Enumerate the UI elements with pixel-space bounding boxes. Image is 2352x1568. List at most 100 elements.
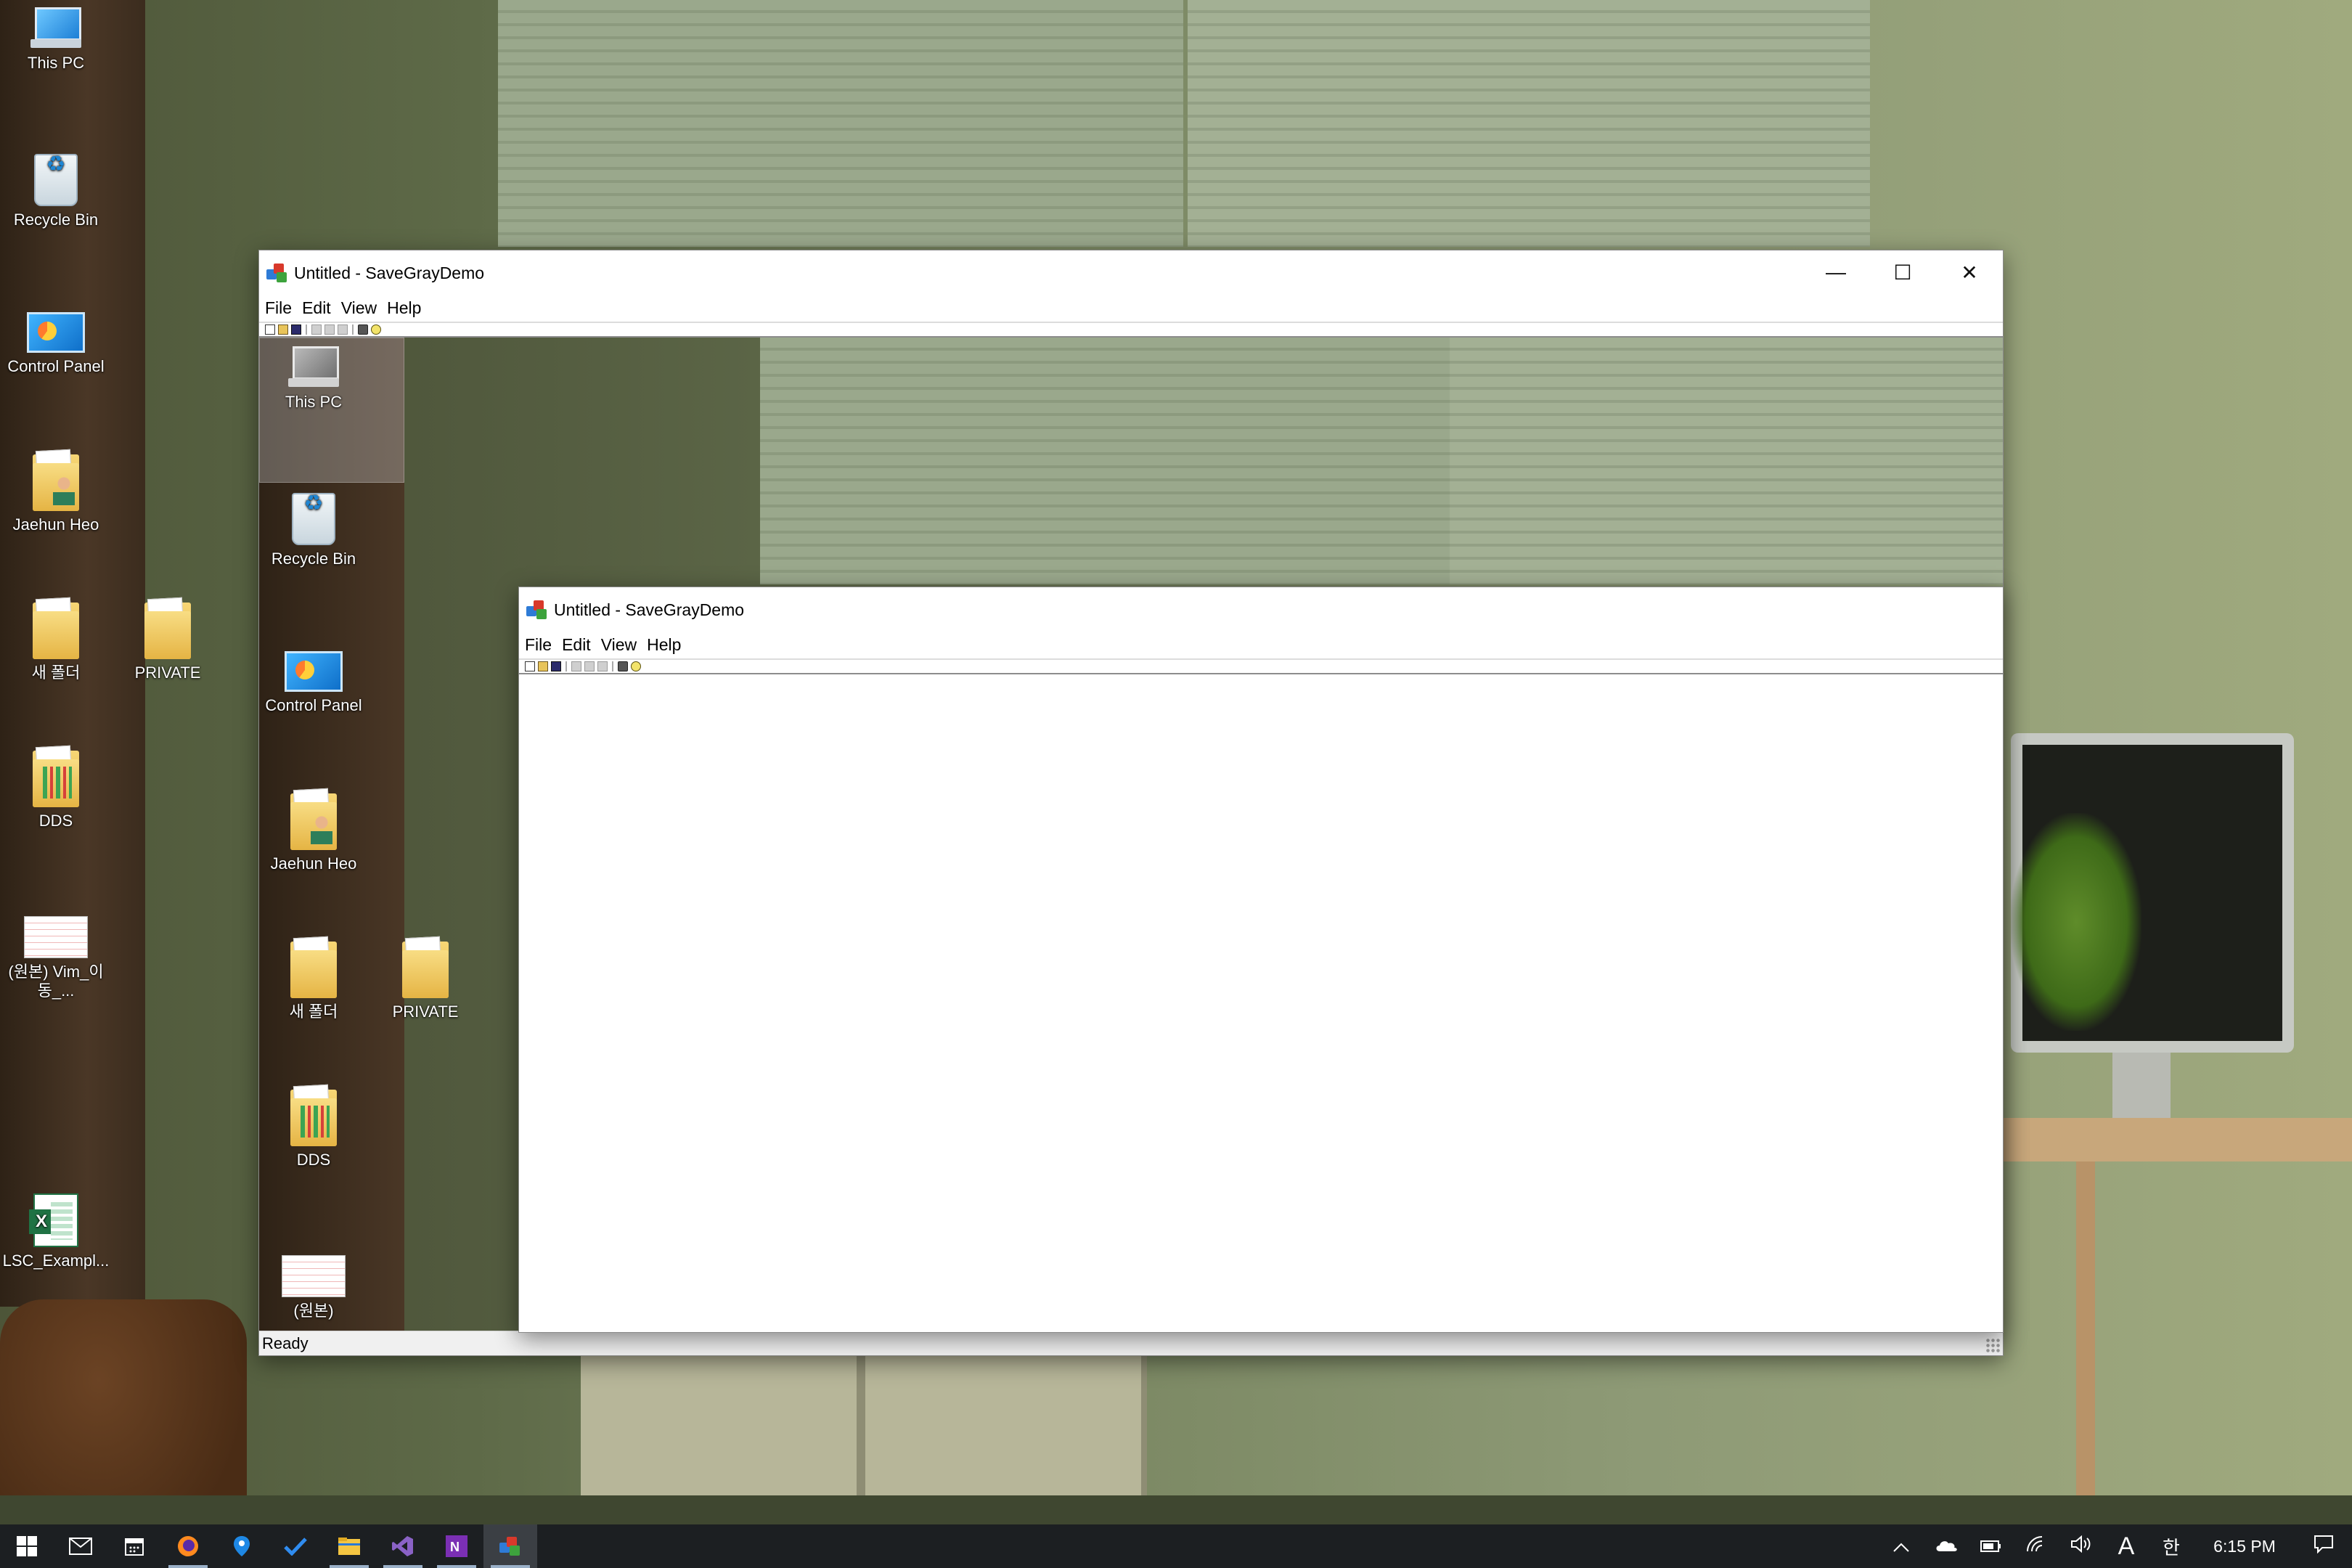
menu-edit[interactable]: Edit [562, 635, 591, 655]
paste-icon[interactable] [338, 324, 348, 335]
minimize-button[interactable]: — [1802, 250, 1869, 294]
taskbar-firefox[interactable] [161, 1524, 215, 1568]
captured-icon-label: DDS [296, 1151, 331, 1169]
file-explorer-icon [338, 1538, 360, 1555]
inner-app-window[interactable]: Untitled - SaveGrayDemo File Edit View H… [518, 587, 2004, 1333]
start-button[interactable] [0, 1524, 54, 1568]
desktop-icon-label: Recycle Bin [13, 211, 99, 229]
desktop-icon-label: This PC [27, 54, 85, 72]
action-center-notification-icon[interactable] [2295, 1535, 2352, 1559]
desktop-icon-label: 새 폴더 [31, 663, 81, 682]
status-text: Ready [262, 1334, 309, 1352]
captured-icon-new-folder: 새 폴더 [259, 942, 368, 1021]
desktop-icon-vim-document[interactable]: (원본) Vim_이동_... [1, 916, 110, 1000]
onedrive-cloud-icon[interactable] [1924, 1535, 1969, 1558]
document-thumbnail-icon [282, 1255, 346, 1297]
new-icon[interactable] [265, 324, 275, 335]
desktop-icon-private[interactable]: PRIVATE [113, 603, 222, 682]
show-hidden-icons-chevron-up-icon[interactable] [1879, 1535, 1924, 1558]
svg-text:N: N [450, 1540, 460, 1554]
input-indicator[interactable]: A [2104, 1532, 2149, 1561]
cut-icon[interactable] [571, 661, 581, 671]
folder-icon [33, 603, 79, 659]
maximize-button[interactable]: ☐ [1869, 250, 1936, 294]
captured-icon-label: This PC [285, 393, 343, 411]
captured-icon-label: PRIVATE [392, 1003, 459, 1021]
folder-icon [33, 751, 79, 807]
taskbar-visual-studio[interactable] [376, 1524, 430, 1568]
window-title: Untitled - SaveGrayDemo [294, 264, 485, 282]
this-pc-icon [288, 346, 339, 388]
save-icon[interactable] [551, 661, 561, 671]
desktop-icon-dds[interactable]: DDS [1, 751, 110, 830]
new-icon[interactable] [525, 661, 535, 671]
menu-bar: File Edit View Help [519, 631, 2003, 658]
menu-view[interactable]: View [341, 298, 377, 318]
copy-icon[interactable] [584, 661, 595, 671]
ime-mode-icon[interactable]: 한 [2149, 1533, 2194, 1560]
taskbar-mail[interactable] [54, 1524, 107, 1568]
paste-icon[interactable] [597, 661, 608, 671]
desktop-icon-label: LSC_Exampl... [2, 1251, 110, 1270]
captured-icon-label: Jaehun Heo [270, 854, 357, 873]
control-panel-icon [285, 651, 343, 692]
toolbar-separator [565, 661, 567, 671]
menu-edit[interactable]: Edit [302, 298, 331, 318]
system-tray: A 한 6:15 PM [1879, 1524, 2352, 1568]
captured-icon-control-panel: Control Panel [259, 651, 368, 715]
save-icon[interactable] [291, 324, 301, 335]
title-bar[interactable]: Untitled - SaveGrayDemo [519, 587, 2003, 631]
taskbar-calendar[interactable] [107, 1524, 161, 1568]
taskbar-file-explorer[interactable] [322, 1524, 376, 1568]
menu-file[interactable]: File [525, 635, 552, 655]
volume-icon[interactable] [2059, 1535, 2104, 1558]
battery-icon[interactable] [1969, 1535, 2014, 1558]
folder-icon [402, 942, 449, 998]
savegraydemo-app-icon [526, 599, 548, 621]
taskbar-onenote[interactable]: N [430, 1524, 483, 1568]
taskbar-maps[interactable] [215, 1524, 269, 1568]
excel-file-icon [29, 1193, 78, 1247]
status-bar: Ready [259, 1331, 2003, 1355]
taskbar-savegraydemo[interactable] [483, 1524, 537, 1568]
open-icon[interactable] [538, 661, 548, 671]
captured-icon-recycle-bin: ♻ Recycle Bin [259, 493, 368, 568]
menu-view[interactable]: View [601, 635, 637, 655]
desktop-icon-new-folder[interactable]: 새 폴더 [1, 603, 110, 682]
wallpaper-window-shade [498, 0, 1183, 247]
desktop-icon-label: (원본) Vim_이동_... [8, 963, 104, 1000]
resize-grip-icon[interactable] [1985, 1338, 2000, 1352]
help-icon[interactable] [371, 324, 381, 335]
wifi-icon[interactable] [2014, 1535, 2059, 1558]
document-canvas[interactable] [519, 674, 2003, 1332]
taskbar: N A 한 6:15 PM [0, 1524, 2352, 1568]
captured-icon-jaehun-heo: Jaehun Heo [259, 793, 368, 873]
print-icon[interactable] [618, 661, 628, 671]
taskbar-todo[interactable] [269, 1524, 322, 1568]
help-icon[interactable] [631, 661, 641, 671]
taskbar-clock[interactable]: 6:15 PM [2194, 1537, 2295, 1556]
cut-icon[interactable] [311, 324, 322, 335]
title-bar[interactable]: Untitled - SaveGrayDemo — ☐ ✕ [259, 250, 2003, 294]
user-folder-icon [290, 793, 337, 850]
menu-help[interactable]: Help [647, 635, 681, 655]
captured-icon-dds: DDS [259, 1090, 368, 1169]
desktop-icon-this-pc[interactable]: This PC [1, 7, 110, 73]
desktop-icon-recycle-bin[interactable]: ♻ Recycle Bin [1, 154, 110, 229]
open-icon[interactable] [278, 324, 288, 335]
print-icon[interactable] [358, 324, 368, 335]
captured-icon-vim-document: (원본) [259, 1255, 368, 1320]
close-button[interactable]: ✕ [1936, 250, 2003, 294]
toolbar-separator [306, 324, 307, 335]
desktop-icon-jaehun-heo[interactable]: Jaehun Heo [1, 454, 110, 534]
desktop-icon-lsc-example[interactable]: LSC_Exampl... [1, 1193, 110, 1270]
copy-icon[interactable] [324, 324, 335, 335]
menu-file[interactable]: File [265, 298, 292, 318]
calendar-icon [125, 1538, 144, 1556]
menu-help[interactable]: Help [387, 298, 421, 318]
wallpaper-desk [2004, 1118, 2352, 1161]
desktop-icon-control-panel[interactable]: Control Panel [1, 312, 110, 376]
folder-icon [144, 603, 191, 659]
wallpaper-monitor-stand [2112, 1053, 2171, 1118]
captured-window-shade [760, 338, 1450, 584]
